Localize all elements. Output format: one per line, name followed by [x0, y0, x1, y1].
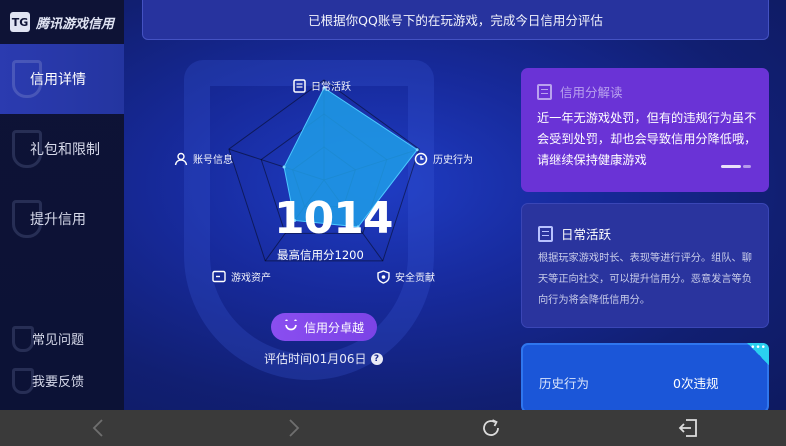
sidebar-item-label: 常见问题	[32, 332, 85, 348]
radar-value-point	[282, 165, 286, 169]
radar-label-text: 历史行为	[433, 155, 473, 166]
sidebar-item-label: 礼包和限制	[30, 142, 100, 158]
credit-tier-button[interactable]: 信用分卓越	[271, 313, 377, 341]
shield-icon	[12, 326, 34, 352]
history-row: 历史行为 0次违规	[539, 373, 767, 392]
main-panel: 已根据你QQ账号下的在玩游戏，完成今日信用分评估 日常活跃 历史行为 安全贡献	[124, 0, 786, 410]
smile-icon	[284, 319, 298, 336]
radar-label-text: 账号信息	[193, 155, 233, 166]
app-logo: TG 腾讯游戏信用	[0, 0, 124, 44]
sidebar: TG 腾讯游戏信用 信用详情 礼包和限制 提升信用 常见问题 我要反馈	[0, 0, 124, 410]
sidebar-item-faq[interactable]: 常见问题	[0, 320, 124, 356]
card-title-text: 信用分解读	[560, 85, 623, 100]
carousel-dot	[743, 165, 751, 168]
sidebar-item-gifts-limits[interactable]: 礼包和限制	[0, 114, 124, 184]
carousel-dot-active	[721, 165, 741, 168]
exit-icon[interactable]	[676, 416, 700, 440]
radar-label-text: 日常活跃	[311, 82, 351, 93]
credit-score-max: 最高信用分1200	[277, 248, 364, 262]
evaluation-time-text: 评估时间01月06日	[264, 352, 367, 366]
sidebar-item-label: 我要反馈	[32, 374, 85, 390]
card-body: 近一年无游戏处罚，但有的违规行为虽不会受到处罚，却也会导致信用分降低哦，请继续保…	[537, 111, 757, 167]
help-icon[interactable]: ?	[370, 352, 383, 365]
document-icon	[292, 78, 306, 93]
credit-interpretation-card[interactable]: 信用分解读 近一年无游戏处罚，但有的违规行为虽不会受到处罚，却也会导致信用分降低…	[521, 68, 769, 192]
credit-score-value: 1014	[274, 193, 393, 244]
carousel-indicator	[721, 165, 751, 168]
back-arrow-icon[interactable]	[86, 416, 110, 440]
evaluation-banner: 已根据你QQ账号下的在玩游戏，完成今日信用分评估	[142, 0, 769, 40]
sidebar-item-credit-details[interactable]: 信用详情	[0, 44, 124, 114]
forward-arrow-icon[interactable]	[282, 416, 306, 440]
card-title: 日常活跃	[538, 224, 611, 243]
card-body: 根据玩家游戏时长、表现等进行评分。组队、聊天等正向社交，可以提升信用分。恶意发言…	[538, 253, 752, 306]
history-value: 0次违规	[673, 376, 719, 391]
system-nav-bar	[0, 410, 786, 446]
daily-active-card[interactable]: 日常活跃 根据玩家游戏时长、表现等进行评分。组队、聊天等正向社交，可以提升信用分…	[521, 203, 769, 328]
radar-label-history[interactable]: 历史行为	[414, 151, 473, 166]
sidebar-item-label: 提升信用	[30, 212, 86, 228]
more-icon[interactable]: •••	[747, 343, 769, 365]
document-icon	[538, 225, 553, 242]
sidebar-item-feedback[interactable]: 我要反馈	[0, 362, 124, 398]
sidebar-item-improve-credit[interactable]: 提升信用	[0, 184, 124, 254]
shield-icon	[12, 368, 34, 394]
credit-radar-chart: 日常活跃 历史行为 安全贡献 游戏资产 账号信息 1014 最高信用分1200	[124, 40, 504, 330]
card-title-text: 日常活跃	[561, 227, 612, 242]
radar-label-account[interactable]: 账号信息	[174, 151, 233, 166]
radar-label-text: 游戏资产	[231, 273, 271, 284]
radar-label-security[interactable]: 安全贡献	[376, 269, 435, 284]
radar-label-assets[interactable]: 游戏资产	[212, 269, 271, 284]
history-label: 历史行为	[539, 376, 590, 391]
refresh-icon[interactable]	[479, 416, 503, 440]
wallet-icon	[212, 270, 226, 284]
app-title: 腾讯游戏信用	[36, 16, 115, 32]
document-icon	[537, 83, 552, 100]
card-title: 信用分解读	[537, 82, 623, 101]
sidebar-item-label: 信用详情	[30, 72, 86, 88]
evaluation-time: 评估时间01月06日 ?	[264, 350, 383, 367]
shield-icon	[376, 269, 390, 284]
credit-tier-label: 信用分卓越	[303, 320, 364, 335]
user-icon	[174, 152, 188, 166]
radar-label-text: 安全贡献	[395, 273, 435, 284]
history-behavior-card[interactable]: ••• 历史行为 0次违规	[521, 343, 769, 410]
radar-label-daily-active[interactable]: 日常活跃	[292, 78, 351, 93]
clock-icon	[414, 152, 428, 166]
logo-mark-icon: TG	[10, 12, 30, 32]
